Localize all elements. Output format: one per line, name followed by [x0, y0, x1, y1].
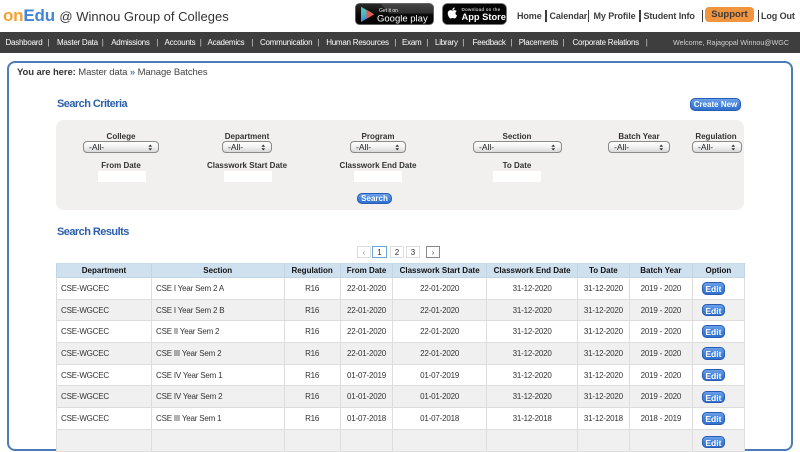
svg-text:Google play: Google play: [377, 14, 428, 25]
svg-text:App Store: App Store: [462, 12, 506, 22]
